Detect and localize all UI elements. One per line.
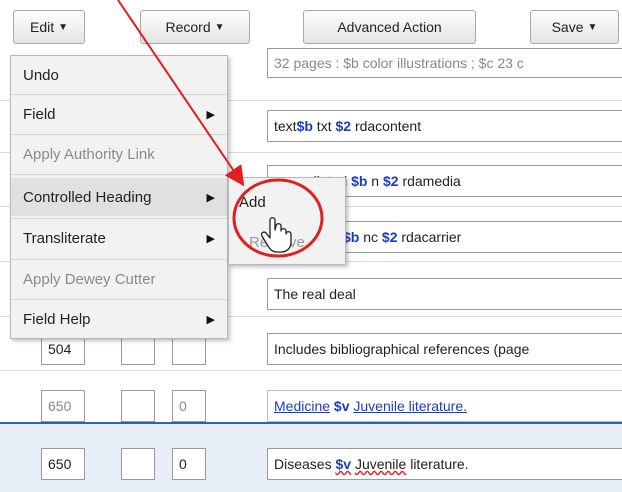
field-text: The real deal [274, 286, 356, 302]
field-text: literature. [406, 456, 469, 472]
menu-separator [11, 299, 227, 300]
field-content-650[interactable]: Medicine $v Juvenile literature. [267, 390, 622, 422]
field-text: Includes bibliographical references (pag… [274, 341, 530, 357]
edit-menu-button[interactable]: Edit ▼ [13, 10, 85, 44]
menu-item-label: Undo [23, 66, 59, 84]
advanced-action-button[interactable]: Advanced Action [303, 10, 476, 44]
field-text: txt [312, 118, 336, 134]
subfield-code: $v [335, 456, 352, 472]
field-content-336[interactable]: text $b txt $2 rdacontent [267, 110, 622, 142]
menu-item-label: Field Help [23, 310, 91, 328]
chevron-down-icon: ▼ [587, 21, 598, 33]
submenu-item-label: Remove [249, 233, 305, 251]
indicator-value: 0 [179, 456, 187, 472]
field-content-500[interactable]: The real deal [267, 278, 622, 310]
menu-item-label: Apply Dewey Cutter [23, 270, 156, 288]
menu-item-label: Field [23, 105, 56, 123]
indicator1-field[interactable] [121, 390, 155, 422]
authority-link[interactable]: Juvenile literature. [353, 398, 467, 414]
menu-item-transliterate[interactable]: Transliterate ▶ [11, 221, 227, 255]
field-text: Juvenile [354, 456, 407, 472]
subfield-code: $b [351, 173, 368, 189]
menu-separator [11, 174, 227, 175]
controlled-heading-submenu: Add Remove [228, 177, 346, 265]
field-content-504[interactable]: Includes bibliographical references (pag… [267, 333, 622, 365]
field-text: nc [359, 229, 382, 245]
subfield-code: $2 [382, 173, 399, 189]
menu-item-label: Apply Authority Link [23, 145, 155, 163]
field-text: rdacarrier [397, 229, 462, 245]
menu-separator [11, 94, 227, 95]
field-text: rdacontent [351, 118, 422, 134]
submenu-item-add[interactable]: Add [229, 182, 345, 222]
menu-item-field-help[interactable]: Field Help ▶ [11, 302, 227, 336]
edit-button-label: Edit [29, 19, 55, 35]
tag-value: 650 [48, 456, 72, 472]
field-content-300[interactable]: 32 pages : $b color illustrations ; $c 2… [267, 48, 622, 78]
subfield-code: $v [333, 398, 350, 414]
advanced-action-label: Advanced Action [337, 19, 442, 35]
edit-dropdown-menu: Undo Field ▶ Apply Authority Link Contro… [10, 55, 228, 339]
record-button-label: Record [165, 19, 211, 35]
menu-item-undo[interactable]: Undo [11, 58, 227, 92]
indicator2-field[interactable]: 0 [172, 390, 206, 422]
menu-separator [11, 134, 227, 135]
record-menu-button[interactable]: Record ▼ [140, 10, 250, 44]
submenu-item-remove[interactable]: Remove [229, 222, 345, 262]
chevron-right-icon: ▶ [206, 232, 215, 245]
menu-item-apply-dewey-cutter[interactable]: Apply Dewey Cutter [11, 262, 227, 296]
save-menu-button[interactable]: Save ▼ [530, 10, 619, 44]
subfield-code: $2 [381, 229, 398, 245]
tag-field[interactable]: 650 [41, 448, 85, 480]
chevron-right-icon: ▶ [206, 108, 215, 121]
submenu-item-label: Add [239, 193, 266, 211]
field-text: text [274, 118, 297, 134]
menu-separator [11, 259, 227, 260]
chevron-right-icon: ▶ [206, 313, 215, 326]
indicator-value: 0 [179, 398, 187, 414]
authority-link[interactable]: Medicine [274, 398, 330, 414]
subfield-code: $b [296, 118, 313, 134]
menu-item-controlled-heading[interactable]: Controlled Heading ▶ [11, 178, 227, 216]
field-text: n [367, 173, 383, 189]
tag-value: 504 [48, 341, 72, 357]
indicator2-field[interactable]: 0 [172, 448, 206, 480]
chevron-down-icon: ▼ [58, 21, 69, 33]
row-divider [0, 370, 622, 371]
field-content-650-active[interactable]: Diseases $v Juvenile literature. [267, 448, 622, 480]
field-text: 32 pages : $b color illustrations ; $c 2… [274, 55, 524, 71]
indicator1-field[interactable] [121, 448, 155, 480]
field-text: Diseases [274, 456, 336, 472]
tag-value: 650 [48, 398, 72, 414]
menu-item-apply-authority-link[interactable]: Apply Authority Link [11, 137, 227, 171]
tag-field[interactable]: 650 [41, 390, 85, 422]
subfield-code: $2 [335, 118, 352, 134]
menu-item-label: Controlled Heading [23, 188, 152, 206]
menu-separator [11, 218, 227, 219]
chevron-right-icon: ▶ [206, 191, 215, 204]
chevron-down-icon: ▼ [214, 21, 225, 33]
menu-item-field[interactable]: Field ▶ [11, 97, 227, 131]
menu-item-label: Transliterate [23, 229, 106, 247]
save-button-label: Save [551, 19, 584, 35]
field-text: rdamedia [398, 173, 461, 189]
